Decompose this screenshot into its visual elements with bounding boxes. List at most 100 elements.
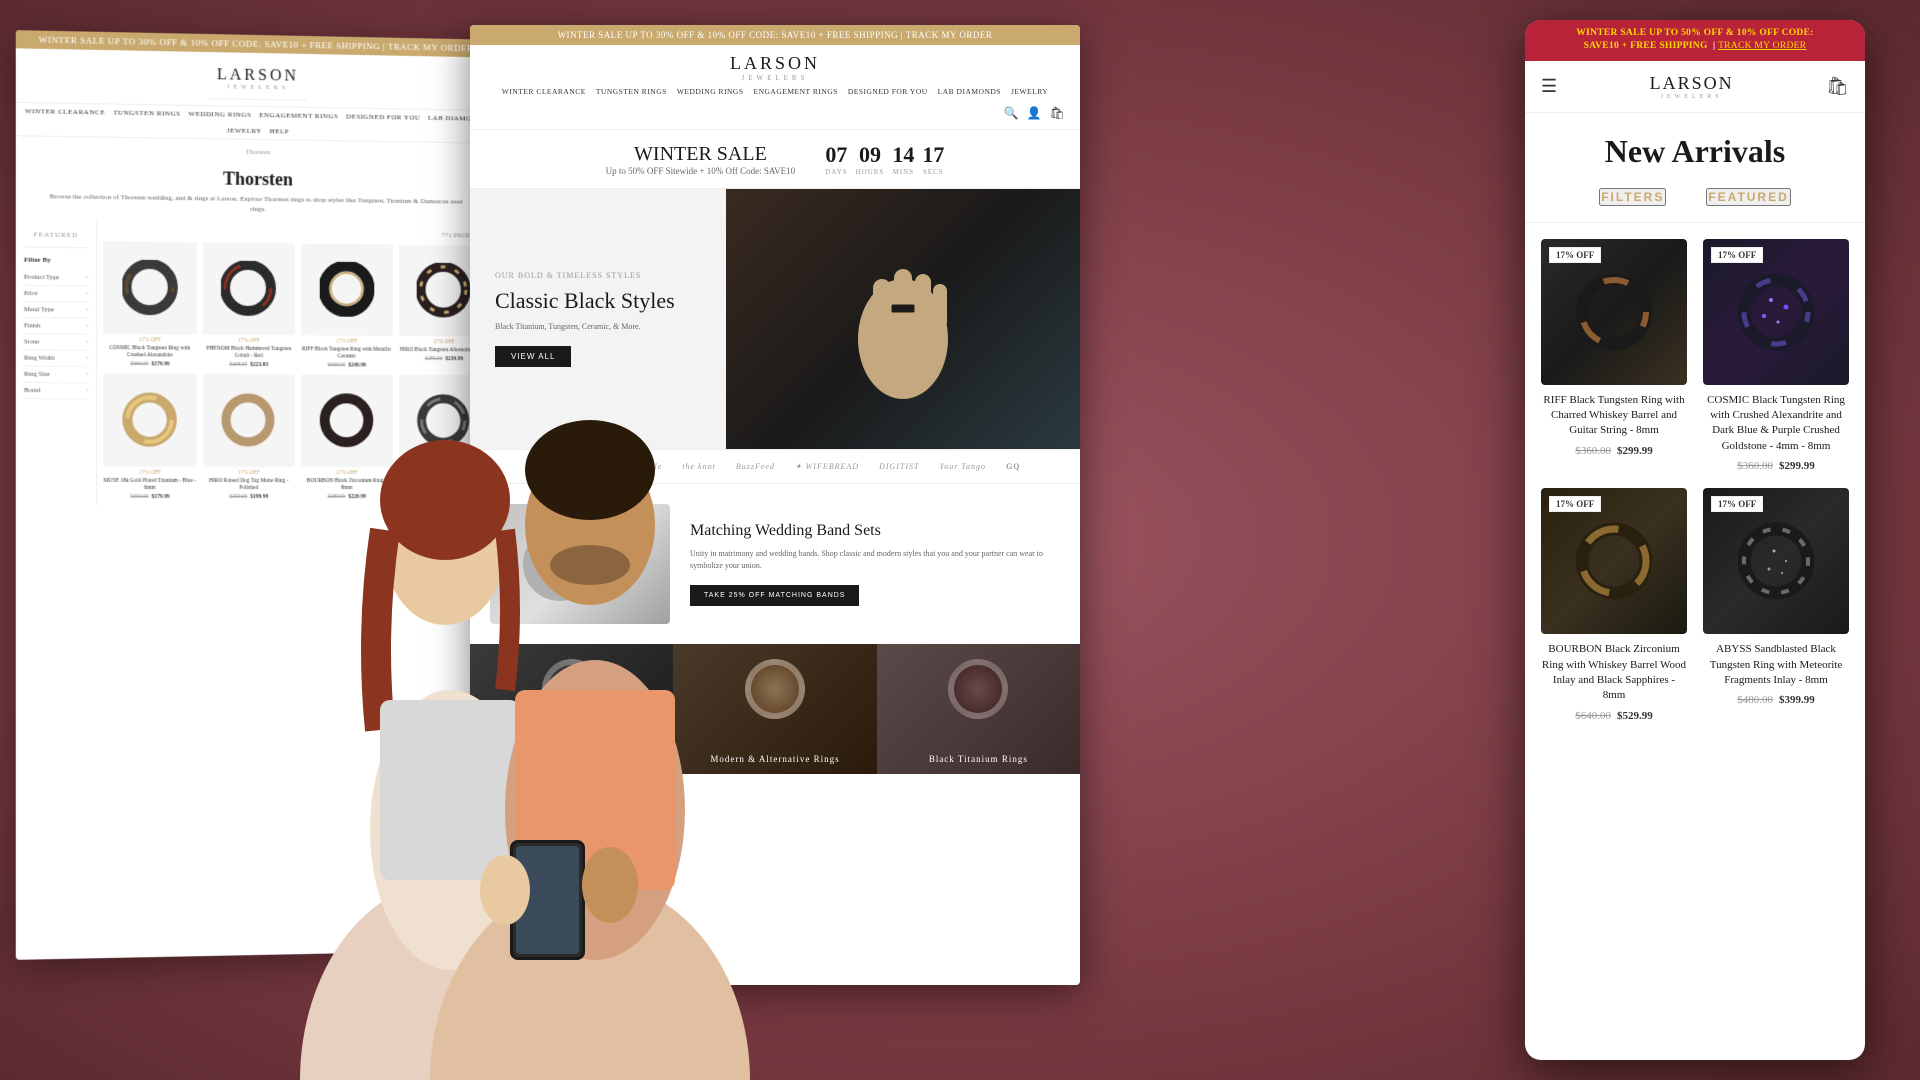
- brand-digitist: DIGITIST: [879, 462, 919, 471]
- nav-jewelry[interactable]: JEWELRY: [227, 126, 262, 135]
- mob-product-bourbon-prices: $640.00 $529.99: [1541, 710, 1687, 722]
- mid-hero-tag: Our Bold & Timeless Styles: [495, 271, 720, 280]
- mid-categories: Classic Tungsten Rings Modern & Alternat…: [470, 644, 1080, 774]
- mob-product-riff-badge: 17% OFF: [1549, 247, 1601, 263]
- nav-wedding[interactable]: WEDDING RINGS: [188, 110, 251, 119]
- countdown-hours: 09 HOURS: [856, 142, 885, 176]
- nav-help[interactable]: HELP: [270, 127, 289, 135]
- mid-cat-titanium[interactable]: Black Titanium Rings: [877, 644, 1080, 774]
- mid-countdown: 07 DAYS 09 HOURS 14 MINS 17 SECS: [825, 142, 944, 176]
- mid-banner-track[interactable]: TRACK MY ORDER: [906, 30, 993, 40]
- matching-rings-svg: [505, 519, 655, 609]
- mid-matching-title: Matching Wedding Band Sets: [690, 522, 1060, 540]
- filter-ring-size[interactable]: Ring Size ›: [24, 366, 88, 382]
- filter-product-type[interactable]: Product Type ›: [24, 269, 88, 286]
- mid-logo-wrap: LARSON JEWELERS: [485, 53, 1065, 82]
- mob-product-cosmic[interactable]: 17% OFF COSMIC Black Tungsten Ring with …: [1703, 239, 1849, 473]
- cat-ring-tungsten: [542, 659, 602, 719]
- mob-filter-bar: FILTERS FEATURED: [1525, 180, 1865, 223]
- search-icon[interactable]: 🔍: [1004, 106, 1019, 121]
- mid-cat-modern[interactable]: Modern & Alternative Rings: [673, 644, 876, 774]
- mid-banner-text: WINTER SALE UP TO 30% OFF & 10% OFF CODE…: [558, 30, 899, 40]
- mob-product-cosmic-img-wrap: 17% OFF: [1703, 239, 1849, 385]
- mid-nav-wedding[interactable]: WEDDING RINGS: [677, 87, 744, 96]
- countdown-mins: 14 MINS: [892, 142, 914, 176]
- mid-cat-titanium-label: Black Titanium Rings: [877, 754, 1080, 764]
- mid-nav-jewelry[interactable]: JEWELRY: [1011, 87, 1048, 96]
- mob-product-cosmic-prices: $360.00 $299.99: [1703, 460, 1849, 472]
- mid-nav-designed[interactable]: DESIGNED FOR YOU: [848, 87, 928, 96]
- mob-product-riff-old-price: $360.00: [1575, 445, 1611, 457]
- mob-menu-icon[interactable]: ☰: [1541, 76, 1557, 97]
- back-product-3[interactable]: 17% OFF RIFF Black Tungsten Ring with Me…: [301, 243, 393, 369]
- mid-header: LARSON JEWELERS WINTER CLEARANCE TUNGSTE…: [470, 45, 1080, 130]
- abyss-ring-svg: [1736, 521, 1816, 601]
- mob-logo-wrap: LARSON JEWELERS: [1650, 73, 1734, 100]
- mob-cart-icon[interactable]: 🛍: [1826, 76, 1849, 97]
- mid-hero-btn[interactable]: VIEW ALL: [495, 346, 571, 367]
- mid-matching-sub: Unity in matrimony and wedding bands. Sh…: [690, 548, 1060, 572]
- brand-yourtango: Your Tango: [940, 462, 987, 471]
- mid-nav-engagement[interactable]: ENGAGEMENT RINGS: [754, 87, 838, 96]
- filter-brand[interactable]: Brand ›: [24, 382, 88, 398]
- mid-sale-bar: WINTER SALE Up to 50% OFF Sitewide + 10%…: [470, 130, 1080, 189]
- mid-sale-text: WINTER SALE Up to 50% OFF Sitewide + 10%…: [606, 143, 796, 176]
- back-main-products: 771 PRODUCTS 17% OFF COSMIC Black Tungst…: [97, 221, 495, 507]
- mob-logo-sub: JEWELERS: [1650, 94, 1734, 100]
- nav-clearance[interactable]: WINTER CLEARANCE: [25, 107, 105, 116]
- filter-price[interactable]: Price ›: [24, 285, 88, 302]
- mob-logo: LARSON: [1650, 73, 1734, 94]
- mob-product-cosmic-name: COSMIC Black Tungsten Ring with Crushed …: [1703, 393, 1849, 455]
- mid-hero-overlay: Our Bold & Timeless Styles Classic Black…: [470, 189, 745, 449]
- brand-wifebread: ✦ WIFEBREAD: [795, 462, 859, 471]
- mid-banner: WINTER SALE UP TO 30% OFF & 10% OFF CODE…: [470, 25, 1080, 45]
- riff-ring-svg: [1574, 272, 1654, 352]
- mid-nav-clearance[interactable]: WINTER CLEARANCE: [502, 87, 586, 96]
- mid-nav-diamonds[interactable]: LAB DIAMONDS: [938, 87, 1001, 96]
- filter-ring-width[interactable]: Ring Width ›: [24, 350, 88, 367]
- mob-product-riff[interactable]: 17% OFF RIFF Black Tungsten Ring with Ch…: [1541, 239, 1687, 473]
- back-product-5[interactable]: 17% OFF MUSE 18k Gold Plated Titanium - …: [103, 374, 196, 501]
- mob-featured-button[interactable]: FEATURED: [1706, 188, 1790, 206]
- mid-matching-text: Matching Wedding Band Sets Unity in matr…: [690, 522, 1060, 606]
- mob-product-riff-name: RIFF Black Tungsten Ring with Charred Wh…: [1541, 393, 1687, 439]
- mid-logo-sub: JEWELERS: [485, 74, 1065, 82]
- cart-icon[interactable]: 🛍: [1050, 106, 1065, 121]
- filter-finish[interactable]: Finish ›: [24, 318, 88, 335]
- back-product-7[interactable]: 17% OFF BOURBON Black Zirconium Ring - 8…: [301, 375, 393, 501]
- bourbon-ring-svg: [1574, 521, 1654, 601]
- back-banner-track[interactable]: TRACK MY ORDER: [388, 42, 473, 54]
- mid-nav-tungsten[interactable]: TUNGSTEN RINGS: [596, 87, 667, 96]
- mob-product-abyss[interactable]: 17% OFF ABYSS Sandblasted Black Tungsten…: [1703, 488, 1849, 722]
- desktop-back-layer: ★ REVIEWS WINTER SALE UP TO 30% OFF & 10…: [16, 30, 495, 960]
- back-product-6[interactable]: 17% OFF HIRO Raised Dog Tag Matte Ring -…: [202, 374, 294, 500]
- filter-metal[interactable]: Metal Type ›: [24, 302, 88, 319]
- nav-tungsten[interactable]: TUNGSTEN RINGS: [113, 109, 180, 118]
- back-nav: LARSON JEWELERS: [16, 48, 495, 111]
- filter-stone[interactable]: Stone ›: [24, 334, 88, 351]
- mob-products-grid: 17% OFF RIFF Black Tungsten Ring with Ch…: [1525, 223, 1865, 738]
- back-sidebar-featured: FEATURED: [24, 230, 88, 239]
- mob-filters-button[interactable]: FILTERS: [1599, 188, 1666, 206]
- mid-logo: LARSON: [485, 53, 1065, 74]
- mid-matching-btn[interactable]: TAKE 25% OFF MATCHING BANDS: [690, 585, 859, 606]
- back-product-count: 771 PRODUCTS: [103, 227, 489, 239]
- mob-product-bourbon[interactable]: 17% OFF BOURBON Black Zirconium Ring wit…: [1541, 488, 1687, 722]
- mid-hero: Our Bold & Timeless Styles Classic Black…: [470, 189, 1080, 449]
- back-filter-label: Filter By: [24, 255, 88, 264]
- mob-banner-track[interactable]: TRACK MY ORDER: [1718, 41, 1806, 51]
- mob-product-bourbon-img-wrap: 17% OFF: [1541, 488, 1687, 634]
- brand-buzzfeed: BuzzFeed: [736, 462, 775, 471]
- back-content: FEATURED Filter By Product Type › Price …: [16, 220, 495, 507]
- hero-ring-svg: [803, 219, 1003, 419]
- mid-cat-tungsten[interactable]: Classic Tungsten Rings: [470, 644, 673, 774]
- account-icon[interactable]: 👤: [1027, 106, 1042, 121]
- mob-page-title: New Arrivals: [1525, 113, 1865, 180]
- nav-engagement[interactable]: ENGAGEMENT RINGS: [259, 111, 338, 120]
- countdown-days: 07 DAYS: [825, 142, 847, 176]
- mob-product-bourbon-badge: 17% OFF: [1549, 496, 1601, 512]
- nav-designed[interactable]: DESIGNED FOR YOU: [346, 112, 420, 121]
- back-product-2[interactable]: 17% OFF PHENOM Black Hammered Tungsten C…: [202, 242, 294, 369]
- back-product-1[interactable]: 17% OFF COSMIC Black Tungsten Ring with …: [103, 241, 196, 368]
- mob-product-cosmic-badge: 17% OFF: [1711, 247, 1763, 263]
